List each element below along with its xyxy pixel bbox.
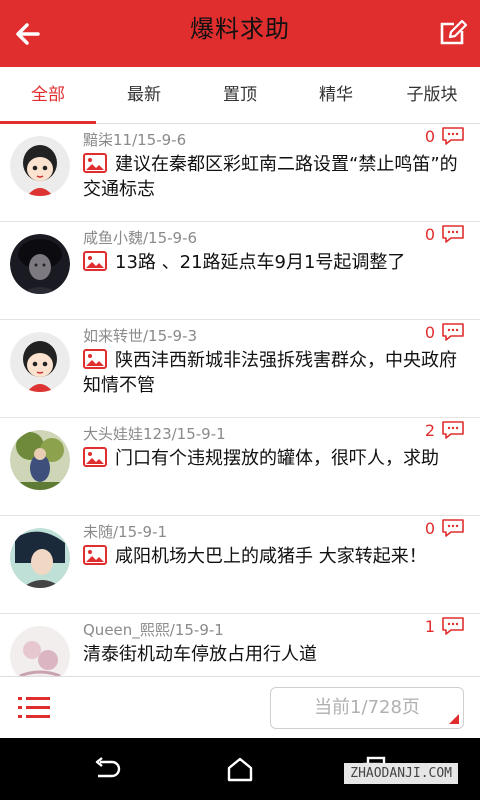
tab-pinned[interactable]: 置顶 xyxy=(192,67,288,123)
post-title[interactable]: 清泰街机动车停放占用行人道 xyxy=(83,642,462,667)
post-title-text: 咸阳机场大巴上的咸猪手 大家转起来！ xyxy=(115,546,427,567)
post-item[interactable]: 大头娃娃123/15-9-1 2 门口有个违规摆放的罐体，很吓人，求助 xyxy=(0,418,480,516)
reply-count-number: 2 xyxy=(424,420,435,440)
dropdown-corner-icon xyxy=(449,714,459,724)
image-attachment-icon xyxy=(83,153,107,173)
edit-post-icon[interactable] xyxy=(438,18,468,48)
tab-featured[interactable]: 精华 xyxy=(288,67,384,123)
image-attachment-icon xyxy=(83,251,107,271)
tab-subforum[interactable]: 子版块 xyxy=(384,67,480,123)
tab-latest[interactable]: 最新 xyxy=(96,67,192,123)
post-title[interactable]: 建议在秦都区彩虹南二路设置“禁止鸣笛”的交通标志 xyxy=(83,152,462,202)
comment-icon xyxy=(442,323,464,341)
page-selector-button[interactable]: 当前1/728页 xyxy=(270,687,464,729)
post-title[interactable]: 咸阳机场大巴上的咸猪手 大家转起来！ xyxy=(83,544,462,569)
avatar[interactable] xyxy=(10,430,70,490)
post-author-date: 咸鱼小魏/15-9-6 xyxy=(83,229,198,247)
reply-count: 0 xyxy=(425,516,465,540)
comment-icon xyxy=(442,519,464,537)
post-title[interactable]: 13路 、21路延点车9月1号起调整了 xyxy=(83,250,462,275)
post-title-text: 13路 、21路延点车9月1号起调整了 xyxy=(115,252,406,273)
back-nav-icon[interactable] xyxy=(92,756,122,782)
post-item[interactable]: 黯柒11/15-9-6 0 建议在秦都区彩虹南二路设置“禁止鸣笛”的交通标志 xyxy=(0,124,480,222)
home-nav-icon[interactable] xyxy=(225,756,255,782)
reply-count-number: 0 xyxy=(424,322,435,342)
reply-count-number: 0 xyxy=(424,518,435,538)
reply-count-number: 0 xyxy=(424,224,435,244)
bottom-toolbar: 当前1/728页 xyxy=(0,676,480,738)
post-list: 黯柒11/15-9-6 0 建议在秦都区彩虹南二路设置“禁止鸣笛”的交通标志 咸… xyxy=(0,124,480,676)
post-title-text: 门口有个违规摆放的罐体，很吓人，求助 xyxy=(115,448,439,469)
list-menu-icon[interactable] xyxy=(18,693,50,723)
avatar[interactable] xyxy=(10,528,70,588)
post-title[interactable]: 陕西沣西新城非法强拆残害群众，中央政府知情不管 xyxy=(83,348,462,398)
post-item[interactable]: 未随/15-9-1 0 咸阳机场大巴上的咸猪手 大家转起来！ xyxy=(0,516,480,614)
post-item[interactable]: Queen_熙熙/15-9-1 1 清泰街机动车停放占用行人道 xyxy=(0,614,480,676)
post-item[interactable]: 咸鱼小魏/15-9-6 0 13路 、21路延点车9月1号起调整了 xyxy=(0,222,480,320)
category-tabs: 全部 最新 置顶 精华 子版块 xyxy=(0,67,480,124)
post-author-date: Queen_熙熙/15-9-1 xyxy=(83,621,224,639)
post-author-date: 大头娃娃123/15-9-1 xyxy=(83,425,226,443)
reply-count: 2 xyxy=(425,418,465,442)
avatar[interactable] xyxy=(10,332,70,392)
image-attachment-icon xyxy=(83,349,107,369)
post-author-date: 如来转世/15-9-3 xyxy=(83,327,198,345)
avatar[interactable] xyxy=(10,234,70,294)
page-title: 爆料求助 xyxy=(190,15,290,43)
image-attachment-icon xyxy=(83,447,107,467)
post-title-text: 陕西沣西新城非法强拆残害群众，中央政府知情不管 xyxy=(83,350,457,396)
comment-icon xyxy=(442,617,464,635)
reply-count-number: 0 xyxy=(424,126,435,146)
reply-count: 1 xyxy=(425,614,465,638)
post-title[interactable]: 门口有个违规摆放的罐体，很吓人，求助 xyxy=(83,446,462,471)
reply-count-number: 1 xyxy=(424,616,435,636)
app-header: 爆料求助 xyxy=(0,0,480,67)
comment-icon xyxy=(442,225,464,243)
post-author-date: 黯柒11/15-9-6 xyxy=(83,131,187,149)
reply-count: 0 xyxy=(425,320,465,344)
comment-icon xyxy=(442,421,464,439)
comment-icon xyxy=(442,127,464,145)
post-title-text: 清泰街机动车停放占用行人道 xyxy=(83,644,317,665)
reply-count: 0 xyxy=(425,124,465,148)
tab-all[interactable]: 全部 xyxy=(0,67,96,124)
post-title-text: 建议在秦都区彩虹南二路设置“禁止鸣笛”的交通标志 xyxy=(83,154,458,200)
avatar[interactable] xyxy=(10,136,70,196)
page-indicator: 当前1/728页 xyxy=(314,697,420,718)
post-item[interactable]: 如来转世/15-9-3 0 陕西沣西新城非法强拆残害群众，中央政府知情不管 xyxy=(0,320,480,418)
avatar[interactable] xyxy=(10,626,70,676)
reply-count: 0 xyxy=(425,222,465,246)
post-author-date: 未随/15-9-1 xyxy=(83,523,168,541)
watermark-text: ZHAODANJI.COM xyxy=(344,763,458,784)
image-attachment-icon xyxy=(83,545,107,565)
